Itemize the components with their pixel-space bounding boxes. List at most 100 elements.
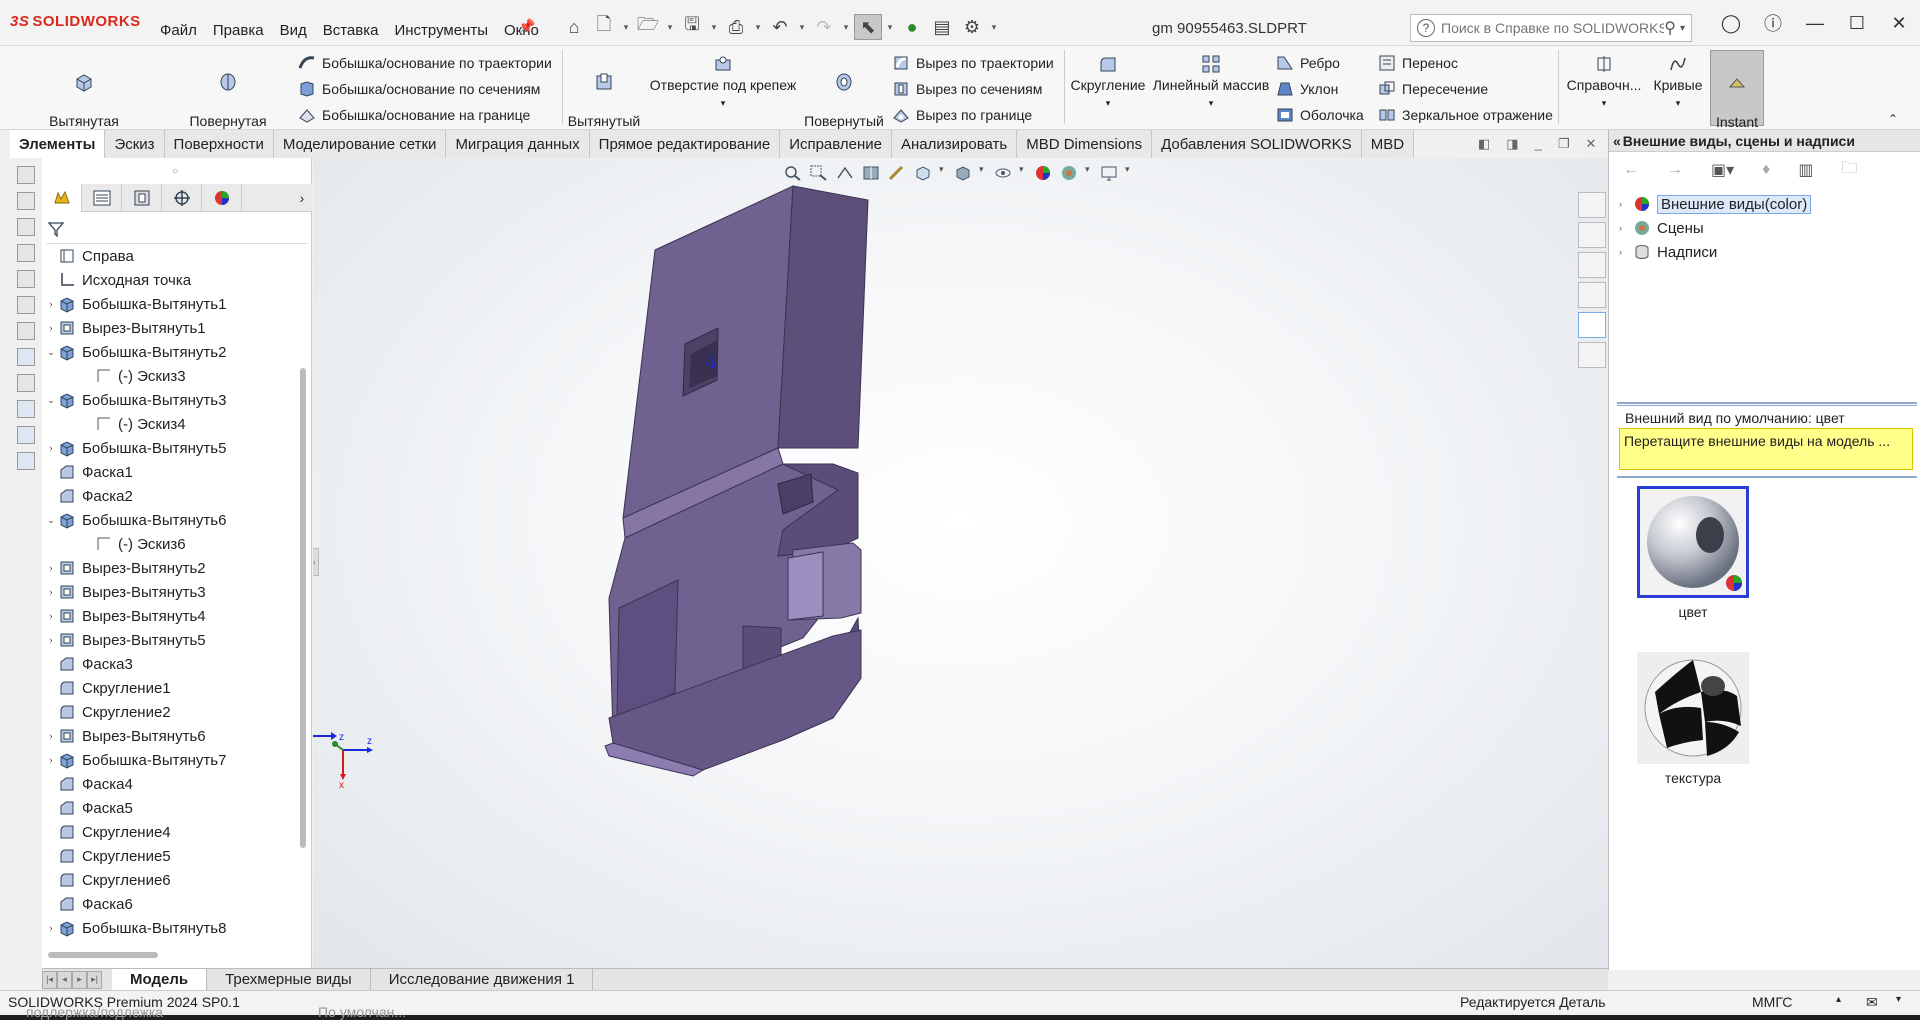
tab-direct-editing[interactable]: Прямое редактирование	[589, 130, 781, 158]
new-folder-icon[interactable]: 🗀	[1841, 157, 1857, 184]
draft-button[interactable]: Уклон	[1276, 80, 1338, 98]
tile-left-icon[interactable]: ◧	[1478, 136, 1490, 152]
menu-insert[interactable]: Вставка	[315, 20, 387, 41]
appearances-tree-item[interactable]: › Надписи	[1619, 240, 1920, 264]
back-icon[interactable]: ←	[1623, 161, 1639, 179]
add-to-favorites-icon[interactable]: ♦	[1762, 161, 1770, 179]
appearances-tree-item[interactable]: › Внешние виды(color)	[1619, 192, 1920, 216]
chevron-right-icon[interactable]: ›	[44, 923, 58, 933]
filter-icon[interactable]	[48, 221, 64, 237]
copy-icon[interactable]	[17, 192, 35, 210]
rebuild-icon[interactable]: ●	[898, 14, 926, 40]
notification-icon[interactable]: ✉	[1866, 994, 1878, 1011]
appearances-tab-icon[interactable]	[1578, 312, 1606, 338]
hole-wizard-button[interactable]: Отверстие под крепеж ▾	[648, 46, 798, 112]
copy-icon[interactable]	[17, 166, 35, 184]
copy-icon[interactable]	[17, 426, 35, 444]
chevron-down-icon[interactable]: ▾	[620, 22, 632, 33]
instant3d-button[interactable]: Instant 3D	[1710, 50, 1764, 148]
menu-tools[interactable]: Инструменты	[386, 20, 496, 41]
tree-item[interactable]: ⌄ Бобышка-Вытянуть3	[42, 388, 300, 412]
swatch-color[interactable]: цвет	[1635, 486, 1751, 620]
chevron-down-icon[interactable]: ▾	[840, 22, 852, 33]
tree-item[interactable]: › Вырез-Вытянуть3	[42, 580, 300, 604]
color-swatch-ball[interactable]	[1637, 486, 1749, 598]
layer-icon[interactable]	[17, 244, 35, 262]
next-tab-icon[interactable]: ▸	[72, 970, 87, 989]
print-icon[interactable]: ⎙	[722, 14, 750, 40]
chevron-down-icon[interactable]: ▾	[796, 22, 808, 33]
tree-item[interactable]: Скругление1	[42, 676, 300, 700]
tile-right-icon[interactable]: ◨	[1506, 136, 1518, 152]
chevron-down-icon[interactable]: ⌄	[44, 515, 58, 526]
shell-button[interactable]: Оболочка	[1276, 106, 1364, 124]
chevron-down-icon[interactable]: ▾	[708, 22, 720, 33]
panel-grip-icon[interactable]: ○	[172, 166, 178, 177]
chevron-right-icon[interactable]: ›	[1619, 247, 1633, 257]
file-explorer-icon[interactable]	[1578, 252, 1606, 278]
chevron-down-icon[interactable]: ▾	[1562, 94, 1646, 112]
copy-icon[interactable]	[17, 452, 35, 470]
mirror-button[interactable]: Зеркальное отражение	[1378, 106, 1553, 124]
chevron-up-icon[interactable]: ▴	[1836, 994, 1841, 1005]
tree-item[interactable]: Скругление4	[42, 820, 300, 844]
tab-repair[interactable]: Исправление	[780, 130, 892, 158]
tab-mbd-dimensions[interactable]: MBD Dimensions	[1017, 130, 1153, 158]
tree-item[interactable]: › Вырез-Вытянуть6	[42, 724, 300, 748]
tab-data-migration[interactable]: Миграция данных	[446, 130, 590, 158]
layer-icon[interactable]	[17, 270, 35, 288]
featuremanager-tab-icon[interactable]	[42, 184, 82, 212]
tree-item[interactable]: (-) Эскиз3	[42, 364, 300, 388]
pin-menu-icon[interactable]: 📌	[518, 18, 535, 35]
tab-surfaces[interactable]: Поверхности	[164, 130, 274, 158]
open-icon[interactable]: 🗁	[634, 14, 662, 40]
tree-item[interactable]: Исходная точка	[42, 268, 300, 292]
tree-item[interactable]: (-) Эскиз6	[42, 532, 300, 556]
chevron-down-icon[interactable]: ⌄	[44, 347, 58, 358]
tree-item[interactable]: › Вырез-Вытянуть2	[42, 556, 300, 580]
boundary-boss-button[interactable]: Бобышка/основание на границе	[298, 106, 530, 124]
tree-item[interactable]: › Бобышка-Вытянуть8	[42, 916, 300, 940]
chevron-right-icon[interactable]: ›	[44, 443, 58, 453]
tree-item[interactable]: Фаска2	[42, 484, 300, 508]
redo-icon[interactable]: ↷	[810, 14, 838, 40]
view-palette-icon[interactable]	[1578, 282, 1606, 308]
texture-swatch-ball[interactable]	[1637, 652, 1749, 764]
menu-file[interactable]: Файл	[152, 20, 205, 41]
graphics-area[interactable]: ▾ ▾ ▾ ▾ ▾ z z x ‹	[313, 158, 1608, 970]
chevron-right-icon[interactable]: ›	[44, 755, 58, 765]
view-mode-icon[interactable]: ▣▾	[1711, 160, 1734, 180]
chevron-down-icon[interactable]: ▾	[648, 94, 798, 112]
tree-item[interactable]: Скругление5	[42, 844, 300, 868]
swatch-texture[interactable]: текстура	[1635, 652, 1751, 786]
tab-model[interactable]: Модель	[112, 968, 208, 991]
help-search-input[interactable]	[1441, 20, 1665, 36]
tree-item[interactable]: › Вырез-Вытянуть5	[42, 628, 300, 652]
chevron-right-icon[interactable]: ›	[44, 587, 58, 597]
splitter[interactable]	[1617, 476, 1917, 479]
open-in-library-icon[interactable]: ▥	[1798, 160, 1813, 180]
last-tab-icon[interactable]: ▸|	[87, 970, 102, 989]
intersect-button[interactable]: Пересечение	[1378, 80, 1488, 98]
layer-icon[interactable]	[17, 322, 35, 340]
chevron-right-icon[interactable]: ›	[44, 563, 58, 573]
appearances-tree-item[interactable]: › Сцены	[1619, 216, 1920, 240]
reference-geometry-button[interactable]: Справочн... ▾	[1562, 46, 1646, 112]
new-document-icon[interactable]: 🗋	[590, 14, 618, 40]
configurationmanager-tab-icon[interactable]	[122, 184, 162, 212]
dimxpert-tab-icon[interactable]	[162, 184, 202, 212]
chevron-right-icon[interactable]: ›	[44, 635, 58, 645]
tree-item[interactable]: Фаска5	[42, 796, 300, 820]
first-tab-icon[interactable]: |◂	[42, 970, 57, 989]
tree-item[interactable]: › Бобышка-Вытянуть7	[42, 748, 300, 772]
chevron-down-icon[interactable]: ▾	[1896, 994, 1901, 1005]
edit-icon[interactable]	[17, 374, 35, 392]
double-chevron-left-icon[interactable]: «	[1613, 133, 1621, 149]
file-properties-icon[interactable]: ▤	[928, 14, 956, 40]
boundary-cut-button[interactable]: Вырез по границе	[892, 106, 1032, 124]
tree-item[interactable]: Фаска6	[42, 892, 300, 916]
tree-item[interactable]: Скругление2	[42, 700, 300, 724]
menu-view[interactable]: Вид	[272, 20, 315, 41]
splitter[interactable]	[1617, 402, 1917, 406]
tab-mesh-modeling[interactable]: Моделирование сетки	[273, 130, 447, 158]
